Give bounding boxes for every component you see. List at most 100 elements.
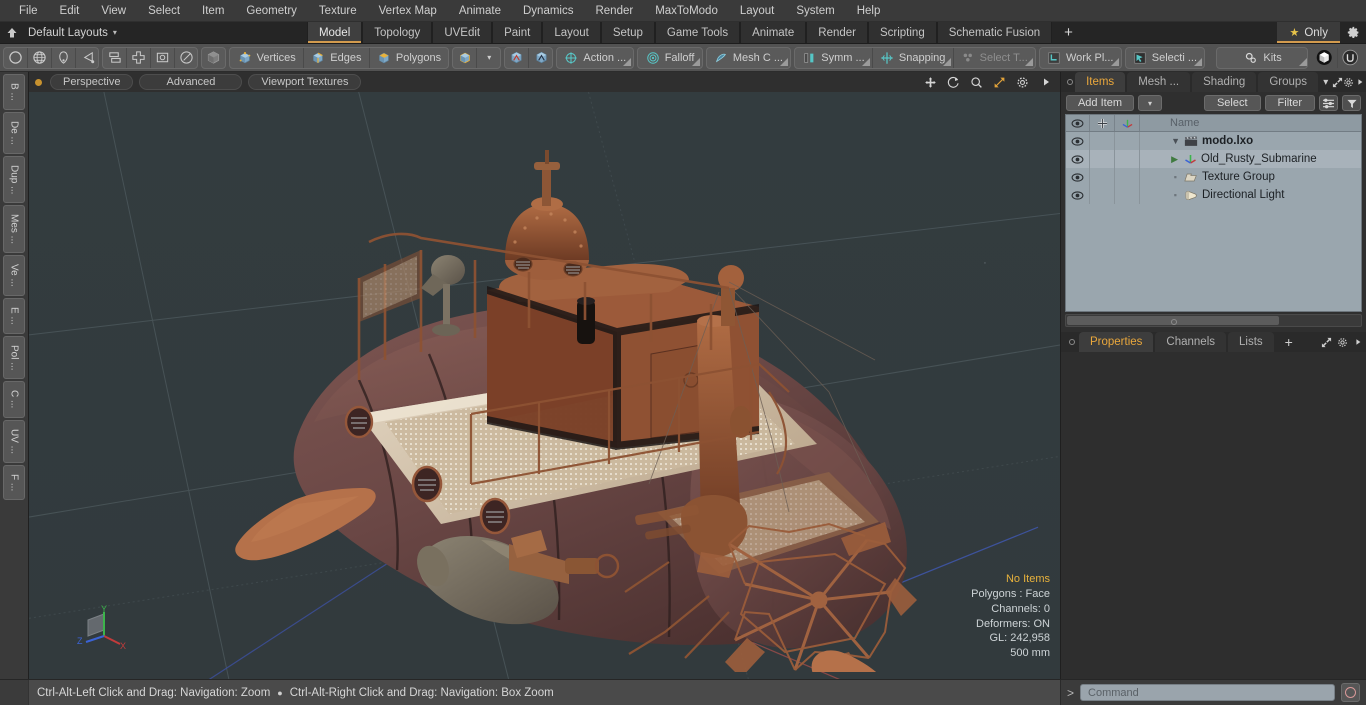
menu-item-system[interactable]: System <box>785 3 845 19</box>
falloff-dropdown[interactable]: Falloff <box>638 48 701 68</box>
row-lock-cell[interactable] <box>1090 168 1115 186</box>
left-rail-tab-deform[interactable]: De ... <box>3 111 25 154</box>
filter-button[interactable]: Filter <box>1264 95 1315 111</box>
cube-icon[interactable] <box>202 48 225 68</box>
menu-item-select[interactable]: Select <box>137 3 191 19</box>
3d-viewport[interactable]: -X · <box>29 92 1060 679</box>
pen-icon[interactable] <box>52 47 76 68</box>
row-visibility-toggle[interactable] <box>1066 150 1090 168</box>
kits-dropdown[interactable]: Kits <box>1217 48 1308 68</box>
row-axis-cell[interactable] <box>1115 168 1140 186</box>
center-icon[interactable] <box>127 47 151 68</box>
layout-tab-layout[interactable]: Layout <box>542 22 601 43</box>
left-rail-tab-duplicate[interactable]: Dup ... <box>3 155 25 204</box>
center-cube-icon[interactable] <box>529 48 552 68</box>
item-tree-row-texture-group[interactable]: ▪ Texture Group <box>1140 168 1361 186</box>
globe-icon[interactable] <box>28 47 52 68</box>
table-row[interactable]: ▪ Texture Group <box>1066 168 1361 186</box>
row-visibility-toggle[interactable] <box>1066 168 1090 186</box>
item-cube-icon[interactable] <box>453 47 478 68</box>
left-rail-tab-fusion[interactable]: F ... <box>3 464 25 500</box>
left-rail-tab-edge[interactable]: E ... <box>3 297 25 334</box>
panel-grip-icon[interactable] <box>1065 72 1075 92</box>
tab-properties[interactable]: Properties <box>1079 332 1154 352</box>
play-icon[interactable] <box>1037 77 1054 87</box>
tab-items[interactable]: Items <box>1075 72 1126 92</box>
layout-tab-topology[interactable]: Topology <box>362 22 433 43</box>
only-toggle[interactable]: ★ Only <box>1277 22 1340 43</box>
modo-ball-icon[interactable] <box>1312 47 1338 68</box>
viewport-shading-button[interactable]: Advanced <box>139 74 243 90</box>
rotate-icon[interactable] <box>945 76 962 89</box>
menu-item-file[interactable]: File <box>8 3 49 19</box>
list-options-icon[interactable] <box>1319 95 1338 111</box>
bound-icon[interactable] <box>151 47 175 68</box>
selection-set-dropdown[interactable]: Selecti ... <box>1126 48 1205 68</box>
selection-mode-vertices[interactable]: Vertices <box>230 47 304 68</box>
lasso-icon[interactable] <box>76 48 98 68</box>
funnel-icon[interactable] <box>1342 95 1361 111</box>
item-tree-horizontal-scrollbar[interactable] <box>1065 314 1362 327</box>
gear-icon[interactable] <box>1334 332 1350 352</box>
menu-item-dynamics[interactable]: Dynamics <box>512 3 584 19</box>
layout-tab-model[interactable]: Model <box>306 22 363 43</box>
circle-icon[interactable] <box>4 47 28 68</box>
axis-gizmo[interactable]: Y X Z <box>74 604 130 657</box>
select-button[interactable]: Select <box>1203 95 1261 111</box>
tab-lists[interactable]: Lists <box>1228 332 1274 352</box>
radial-icon[interactable] <box>175 48 197 68</box>
layout-tab-uvedit[interactable]: UVEdit <box>432 22 493 43</box>
row-lock-cell[interactable] <box>1090 150 1115 168</box>
row-lock-cell[interactable] <box>1090 132 1115 150</box>
chevron-down-icon[interactable]: ▾ <box>1320 72 1332 92</box>
table-row[interactable]: ▪ Directional Light <box>1066 186 1361 204</box>
pivot-cube-icon[interactable] <box>505 47 530 68</box>
layout-tab-schematic-fusion[interactable]: Schematic Fusion <box>936 22 1053 43</box>
tab-mesh[interactable]: Mesh ... <box>1127 72 1191 92</box>
menu-item-item[interactable]: Item <box>191 3 235 19</box>
selection-mode-polygons[interactable]: Polygons <box>370 48 449 68</box>
submarine-model[interactable] <box>29 92 1060 679</box>
menu-item-layout[interactable]: Layout <box>729 3 786 19</box>
add-item-dropdown-caret[interactable]: ▾ <box>1137 95 1162 111</box>
item-tree-row-submarine[interactable]: ▶ Old_Rusty_Submarine <box>1140 150 1361 168</box>
layout-tab-scripting[interactable]: Scripting <box>867 22 937 43</box>
symmetry-dropdown[interactable]: Symm ... <box>795 47 873 68</box>
expand-icon[interactable] <box>1318 332 1334 352</box>
menu-item-edit[interactable]: Edit <box>49 3 91 19</box>
default-layouts-dropdown[interactable]: Default Layouts ▾ <box>24 22 127 43</box>
row-lock-cell[interactable] <box>1090 186 1115 204</box>
zoom-icon[interactable] <box>968 76 985 89</box>
menu-item-help[interactable]: Help <box>846 3 892 19</box>
menu-item-render[interactable]: Render <box>584 3 644 19</box>
layout-tab-game-tools[interactable]: Game Tools <box>654 22 741 43</box>
tab-shading[interactable]: Shading <box>1192 72 1257 92</box>
left-rail-tab-mesh[interactable]: Mes ... <box>3 205 25 254</box>
layout-tab-render[interactable]: Render <box>806 22 868 43</box>
home-up-icon[interactable] <box>0 22 24 43</box>
left-rail-tab-uv[interactable]: UV ... <box>3 419 25 463</box>
layout-tab-setup[interactable]: Setup <box>600 22 655 43</box>
item-tree-row-directional-light[interactable]: ▪ Directional Light <box>1140 186 1361 204</box>
panel-grip-icon[interactable] <box>1065 332 1079 352</box>
menu-item-maxtomodo[interactable]: MaxToModo <box>644 3 729 19</box>
menu-item-animate[interactable]: Animate <box>448 3 512 19</box>
select-through-dropdown[interactable]: Select T... <box>954 48 1035 68</box>
left-rail-tab-basic[interactable]: B ... <box>3 74 25 110</box>
menu-item-geometry[interactable]: Geometry <box>235 3 308 19</box>
action-center-dropdown[interactable]: Action ... <box>557 48 633 68</box>
row-axis-cell[interactable] <box>1115 150 1140 168</box>
twirl-right-icon[interactable]: ▶ <box>1146 154 1180 165</box>
tab-groups[interactable]: Groups <box>1258 72 1319 92</box>
left-rail-tab-curve[interactable]: C ... <box>3 381 25 418</box>
play-icon[interactable] <box>1350 332 1366 352</box>
gear-icon[interactable] <box>1343 72 1355 92</box>
twirl-down-icon[interactable]: ▼ <box>1146 136 1180 146</box>
menu-item-texture[interactable]: Texture <box>308 3 368 19</box>
item-tree-row-scene[interactable]: ▼ modo.lxo <box>1140 132 1361 150</box>
gear-icon[interactable] <box>1340 22 1366 43</box>
move-icon[interactable] <box>922 76 939 89</box>
item-mode-caret[interactable]: ▾ <box>477 48 500 68</box>
menu-item-vertex-map[interactable]: Vertex Map <box>368 3 448 19</box>
properties-panel-body[interactable] <box>1061 352 1366 679</box>
